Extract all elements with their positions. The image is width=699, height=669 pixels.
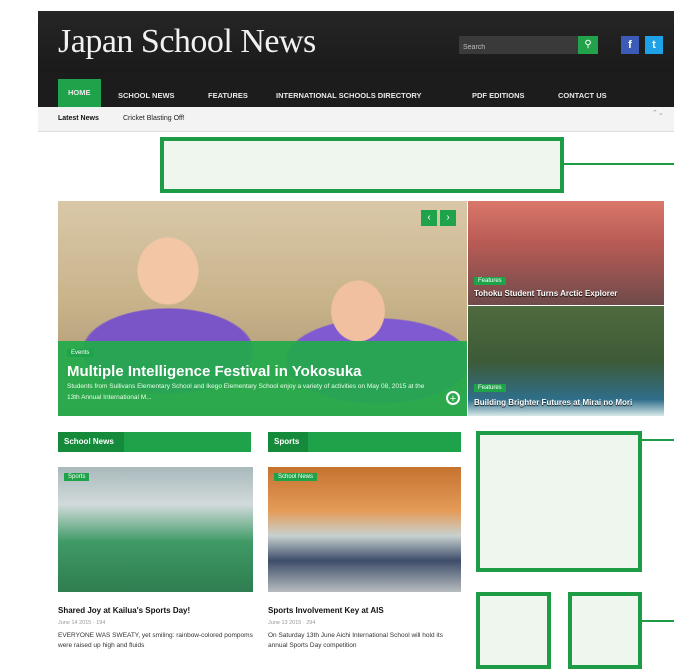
hero-category-badge[interactable]: Events	[67, 349, 94, 357]
nav-features[interactable]: FEATURES	[208, 86, 248, 106]
article-photo[interactable]: School News	[268, 467, 461, 592]
article-meta: June 14 2015 · 194	[58, 620, 106, 626]
latest-news-ticker: Latest News Cricket Blasting Off! ⌃⌄	[38, 107, 674, 132]
hero-subtitle: Students from Sullivans Elementary Schoo…	[67, 383, 425, 401]
masthead: Japan School News ⚲ f t	[38, 11, 674, 73]
article-headline[interactable]: Shared Joy at Kailua's Sports Day!	[58, 606, 190, 615]
section-header-sports: Sports	[268, 432, 461, 452]
facebook-icon[interactable]: f	[621, 36, 639, 54]
side-story-title[interactable]: Tohoku Student Turns Arctic Explorer	[474, 289, 617, 298]
article-meta: June 13 2015 · 294	[268, 620, 316, 626]
site-logo[interactable]: Japan School News	[58, 23, 316, 61]
side-story-title[interactable]: Building Brighter Futures at Mirai no Mo…	[474, 398, 632, 407]
browser-page: Japan School News ⚲ f t HOME SCHOOL NEWS…	[38, 11, 674, 669]
side-story[interactable]: Features Tohoku Student Turns Arctic Exp…	[468, 201, 664, 305]
read-more-icon[interactable]: +	[446, 391, 460, 405]
section-header-school-news: School News	[58, 432, 251, 452]
article-excerpt: EVERYONE WAS SWEATY, yet smiling: rainbo…	[58, 632, 253, 649]
section-title[interactable]: Sports	[274, 432, 299, 452]
search-button[interactable]: ⚲	[578, 36, 598, 54]
article-excerpt: On Saturday 13th June Aichi Internationa…	[268, 632, 443, 649]
ticker-label: Latest News	[58, 115, 99, 122]
ad-placeholder-small	[476, 592, 551, 669]
search-icon: ⚲	[584, 39, 592, 50]
article-photo[interactable]: Sports	[58, 467, 253, 592]
search-box	[459, 36, 579, 57]
nav-school-news[interactable]: SCHOOL NEWS	[118, 86, 175, 106]
ad-placeholder-sidebar	[476, 431, 642, 572]
callout-pointer-line	[642, 439, 674, 441]
nav-contact-us[interactable]: CONTACT US	[558, 86, 607, 106]
nav-home[interactable]: HOME	[58, 79, 101, 107]
ticker-headline[interactable]: Cricket Blasting Off!	[123, 107, 185, 131]
hero-title[interactable]: Multiple Intelligence Festival in Yokosu…	[67, 363, 362, 380]
side-story[interactable]: Features Building Brighter Futures at Mi…	[468, 306, 664, 416]
side-story-badge[interactable]: Features	[474, 384, 506, 392]
twitter-icon[interactable]: t	[645, 36, 663, 54]
section-title[interactable]: School News	[64, 432, 114, 452]
nav-international-schools-directory[interactable]: INTERNATIONAL SCHOOLS DIRECTORY	[276, 86, 422, 106]
article-headline[interactable]: Sports Involvement Key at AIS	[268, 606, 384, 615]
ad-placeholder-banner	[160, 137, 564, 193]
side-story-badge[interactable]: Features	[474, 277, 506, 285]
callout-pointer-line	[564, 163, 674, 165]
hero-prev-icon[interactable]: ‹	[421, 210, 437, 226]
hero-caption: Events Multiple Intelligence Festival in…	[58, 341, 467, 416]
ticker-arrows-icon[interactable]: ⌃⌄	[652, 110, 664, 118]
callout-pointer-line	[642, 620, 674, 622]
main-nav: HOME SCHOOL NEWS FEATURES INTERNATIONAL …	[38, 73, 674, 107]
hero-slider[interactable]: ‹ › Events Multiple Intelligence Festiva…	[58, 201, 467, 416]
photo-badge[interactable]: Sports	[64, 473, 90, 481]
nav-pdf-editions[interactable]: PDF EDITIONS	[472, 86, 525, 106]
photo-badge[interactable]: School News	[274, 473, 318, 481]
hero-next-icon[interactable]: ›	[440, 210, 456, 226]
search-input[interactable]	[459, 38, 577, 57]
ad-placeholder-small	[568, 592, 642, 669]
